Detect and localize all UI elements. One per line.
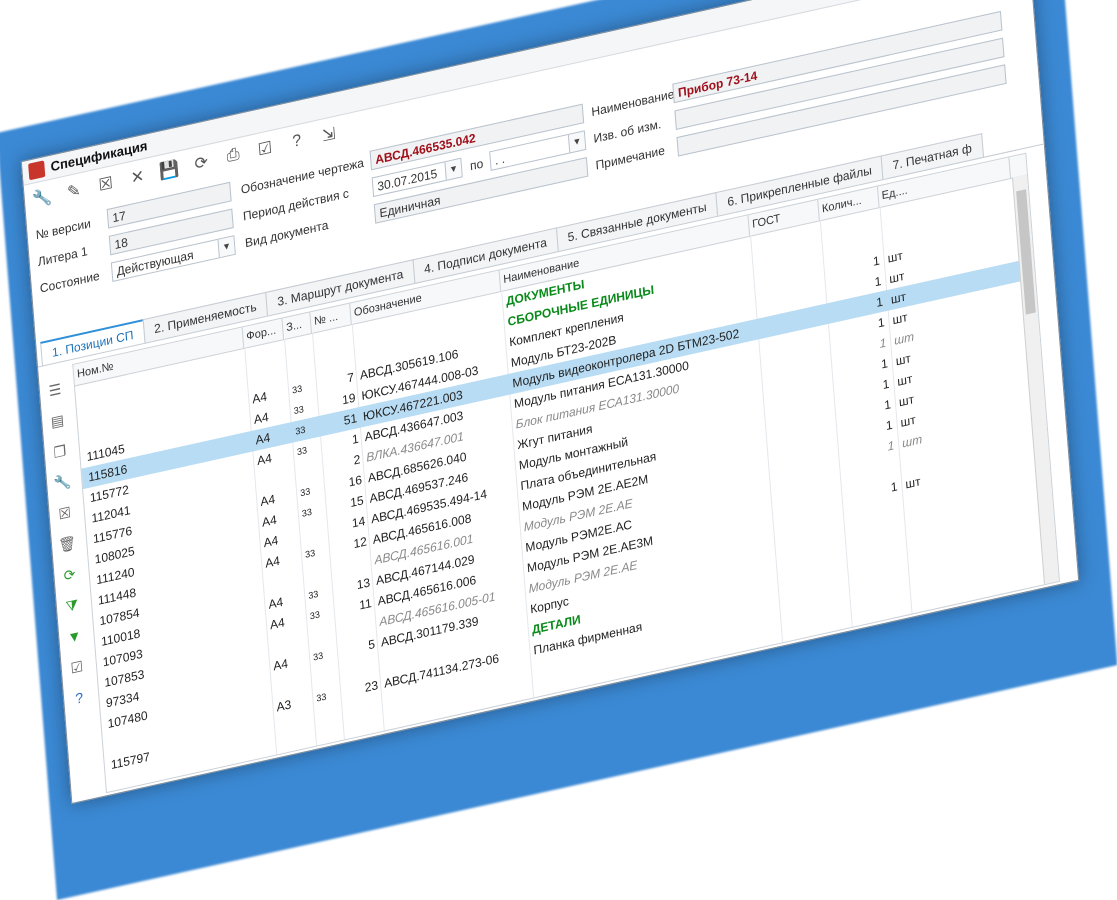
app-icon xyxy=(28,160,46,181)
edit-icon[interactable]: ☑ xyxy=(65,653,89,680)
doc-icon[interactable]: ▤ xyxy=(46,407,70,434)
refresh-icon[interactable]: ⟳ xyxy=(58,561,82,588)
period-to-value: . . xyxy=(494,151,506,168)
filter-icon[interactable]: ▼ xyxy=(63,623,87,650)
filter-add-icon[interactable]: ⧩ xyxy=(60,592,84,619)
cancel-icon[interactable]: ☒ xyxy=(92,168,120,200)
note-label: Примечание xyxy=(595,142,666,173)
period-from-value: 30.07.2015 xyxy=(376,166,438,194)
litera-label: Литера 1 xyxy=(37,243,89,270)
change-label: Изв. об изм. xyxy=(592,116,662,147)
delete-icon[interactable]: ✕ xyxy=(124,161,152,193)
chevron-down-icon[interactable]: ▼ xyxy=(217,236,235,258)
form-icon[interactable]: ☑ xyxy=(251,133,279,165)
cancel-icon[interactable]: ☒ xyxy=(53,499,77,526)
chevron-down-icon[interactable]: ▼ xyxy=(567,131,586,153)
refresh-icon[interactable]: ⟳ xyxy=(187,147,215,179)
print-icon[interactable]: ⎙ xyxy=(219,140,247,172)
list-icon[interactable]: ☰ xyxy=(43,376,67,403)
doctype-label: Вид документа xyxy=(244,217,329,251)
version-label: № версии xyxy=(35,215,92,243)
help-icon[interactable]: ? xyxy=(283,126,311,158)
copy-icon[interactable]: ❐ xyxy=(48,438,72,465)
tools-icon[interactable]: 🔧 xyxy=(50,469,74,496)
exit-icon[interactable]: ⇲ xyxy=(315,119,343,151)
tools-icon[interactable]: 🔧 xyxy=(28,182,56,214)
trash-icon[interactable]: 🗑 xyxy=(55,530,79,557)
chevron-down-icon[interactable]: ▼ xyxy=(444,158,462,180)
cell-z xyxy=(317,704,341,729)
edit-icon[interactable]: ✎ xyxy=(60,175,88,207)
state-label: Состояние xyxy=(39,268,101,296)
save-icon[interactable]: 💾 xyxy=(155,154,183,186)
name-label: Наименование xyxy=(590,86,675,120)
help-icon[interactable]: ? xyxy=(67,684,91,711)
state-value: Действующая xyxy=(116,247,195,279)
period-to-label: по xyxy=(469,156,484,174)
